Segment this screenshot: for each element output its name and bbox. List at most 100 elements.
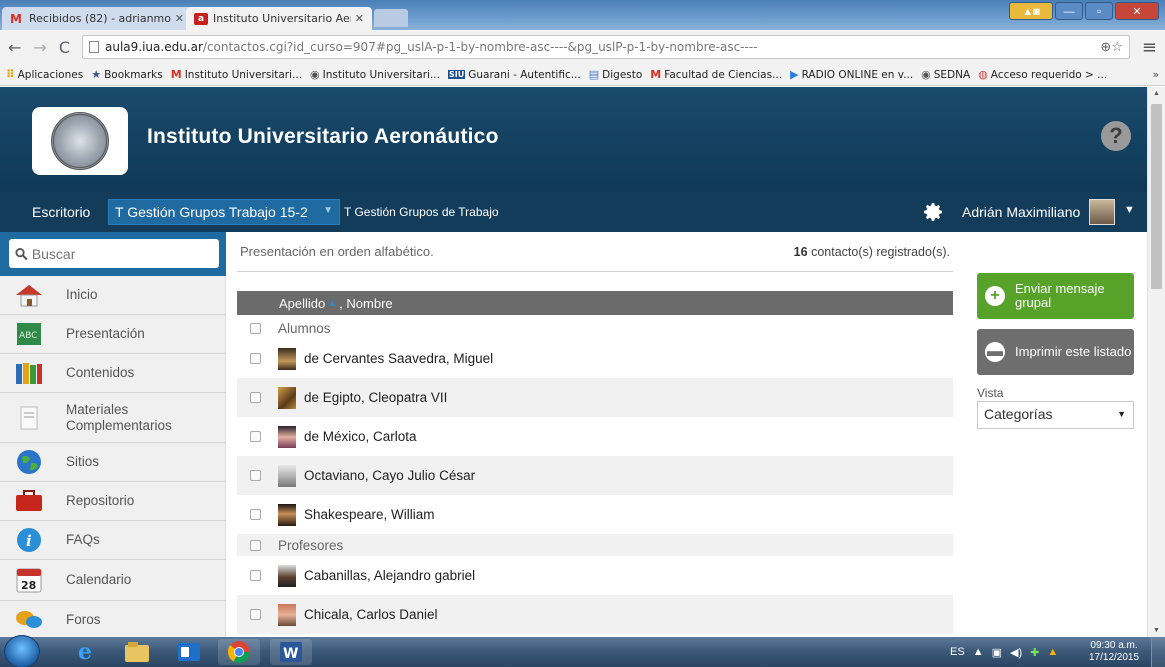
bookmark-item[interactable]: ◉ SEDNA [921,68,970,81]
close-icon[interactable]: ✕ [175,12,184,25]
bookmark-item[interactable]: ★ Bookmarks [91,68,163,81]
avatar[interactable] [1089,199,1115,225]
sidebar-item-sitios[interactable]: Sitios [0,443,226,482]
volume-icon[interactable]: ◀) [1010,646,1022,659]
browser-tabstrip: M Recibidos (82) - adrianmo ✕ a Institut… [0,0,1165,30]
language-indicator[interactable]: ES [950,646,965,658]
chrome-icon[interactable] [218,639,260,665]
sort-apellido-link[interactable]: Apellido [279,296,325,311]
bookmarks-more-button[interactable]: » [1153,69,1159,81]
user-profile-button[interactable]: ▲◙ [1009,2,1053,20]
user-name[interactable]: Adrián Maximiliano [962,204,1080,220]
siu-icon: SIU [447,70,466,79]
address-bar: ← → C aula9.iua.edu.ar/contactos.cgi?id_… [0,30,1165,64]
page-scrollbar[interactable]: ▲ ▼ [1147,87,1165,637]
tray-arrow-icon[interactable]: ▲ [973,646,984,658]
table-row[interactable]: de México, Carlota [237,417,953,456]
reload-icon[interactable]: C [59,38,70,57]
sidebar-item-faqs[interactable]: i FAQs [0,521,226,560]
tab-iua[interactable]: a Instituto Universitario Aero ✕ [186,7,372,30]
table-row[interactable]: Chicala, Carlos Daniel [237,595,953,634]
drive-icon[interactable]: ▲ [1047,646,1058,658]
ie-icon[interactable]: e [64,639,106,665]
shield-icon[interactable]: ✚ [1030,646,1039,659]
close-icon[interactable]: ✕ [355,12,364,25]
forward-arrow-icon[interactable]: → [33,38,46,57]
bookmark-item[interactable]: SIU Guarani - Autentific... [447,69,581,81]
row-checkbox[interactable] [250,392,261,403]
avatar [278,464,296,487]
outlook-icon[interactable] [168,639,210,665]
row-checkbox[interactable] [250,609,261,620]
maximize-button[interactable]: ▫ [1085,2,1113,20]
network-icon[interactable]: ▣ [992,646,1002,659]
send-group-message-button[interactable]: + Enviar mensaje grupal [977,273,1134,319]
vista-select[interactable]: Categorías ▼ [977,401,1134,429]
sidebar-item-foros[interactable]: Foros [0,601,226,637]
table-row[interactable]: Octaviano, Cayo Julio César [237,456,953,495]
group-checkbox[interactable] [250,539,261,551]
start-button[interactable] [4,635,40,667]
sidebar-item-presentacion[interactable]: ABC Presentación [0,315,226,354]
apps-icon: ⠿ [6,68,15,81]
back-arrow-icon[interactable]: ← [8,38,21,57]
search-input[interactable] [31,245,213,262]
minimize-button[interactable]: — [1055,2,1083,20]
bookmark-item[interactable]: M Facultad de Ciencias... [650,68,782,81]
bookmark-item[interactable]: ▶ RADIO ONLINE en v... [790,68,913,81]
zoom-star-icon[interactable]: ⊕☆ [1100,40,1123,55]
course-select[interactable]: T Gestión Grupos Trabajo 15-2 ▼ [108,199,340,225]
sort-nombre-link[interactable]: , Nombre [339,296,392,311]
menu-icon[interactable]: ≡ [1142,37,1157,58]
contact-count: 16 contacto(s) registrado(s). [793,244,950,259]
table-row[interactable]: Cabanillas, Alejandro gabriel [237,556,953,595]
show-desktop-button[interactable] [1151,637,1165,667]
seal-icon [51,112,109,170]
sidebar-item-inicio[interactable]: Inicio [0,276,226,315]
sort-asc-icon[interactable]: ▲ [327,298,337,309]
window-controls: ▲◙ — ▫ ✕ [1009,2,1159,20]
bookmarks-bar: ⠿ Aplicaciones ★ Bookmarks M Instituto Univ… [0,64,1165,86]
sidebar-item-repositorio[interactable]: Repositorio [0,482,226,521]
table-row[interactable]: Shakespeare, William [237,495,953,534]
scroll-down-icon[interactable]: ▼ [1153,627,1160,634]
bookmark-item[interactable]: ▤ Digesto [589,68,643,81]
bookmark-item[interactable]: M Instituto Universitari... [171,68,302,81]
escritorio-link[interactable]: Escritorio [32,204,90,220]
tab-gmail[interactable]: M Recibidos (82) - adrianmo ✕ [2,7,192,30]
search-box[interactable] [9,239,219,268]
print-list-button[interactable]: ▬ Imprimir este listado [977,329,1134,375]
gmail-icon: M [10,11,22,26]
clock[interactable]: 09:30 a.m. 17/12/2015 [1089,640,1139,664]
scroll-up-icon[interactable]: ▲ [1153,90,1160,97]
word-icon[interactable]: W [270,639,312,665]
avatar [278,425,296,448]
row-checkbox[interactable] [250,353,261,364]
bookmark-item[interactable]: ◍ Acceso requerido > ... [978,68,1107,81]
gear-icon[interactable] [921,200,945,224]
scroll-thumb[interactable] [1151,104,1162,289]
sidebar-item-calendario[interactable]: 28 Calendario [0,560,226,601]
sidebar-item-materiales[interactable]: Materiales Complementarios [0,393,226,443]
calendar-day: 28 [21,579,36,592]
course-select-value: T Gestión Grupos Trabajo 15-2 [115,204,308,220]
sidebar-item-contenidos[interactable]: Contenidos [0,354,226,393]
bookmark-item[interactable]: ⠿ Aplicaciones [6,68,83,81]
url-input[interactable]: aula9.iua.edu.ar/contactos.cgi?id_curso=… [81,35,1130,59]
row-checkbox[interactable] [250,431,261,442]
site-title: Instituto Universitario Aeronáutico [147,125,499,148]
table-row[interactable]: de Egipto, Cleopatra VII [237,378,953,417]
row-checkbox[interactable] [250,470,261,481]
explorer-icon[interactable] [116,639,158,665]
help-icon[interactable]: ? [1101,121,1131,151]
group-checkbox[interactable] [250,322,261,334]
bookmark-item[interactable]: ◉ Instituto Universitari... [310,68,440,81]
row-checkbox[interactable] [250,509,261,520]
chevron-down-icon[interactable]: ▼ [1124,204,1135,216]
new-tab-button[interactable] [374,9,408,27]
institution-logo[interactable] [32,107,128,175]
table-row[interactable]: de Cervantes Saavedra, Miguel [237,339,953,378]
row-checkbox[interactable] [250,570,261,581]
star-icon: ★ [91,68,102,81]
close-window-button[interactable]: ✕ [1115,2,1159,20]
